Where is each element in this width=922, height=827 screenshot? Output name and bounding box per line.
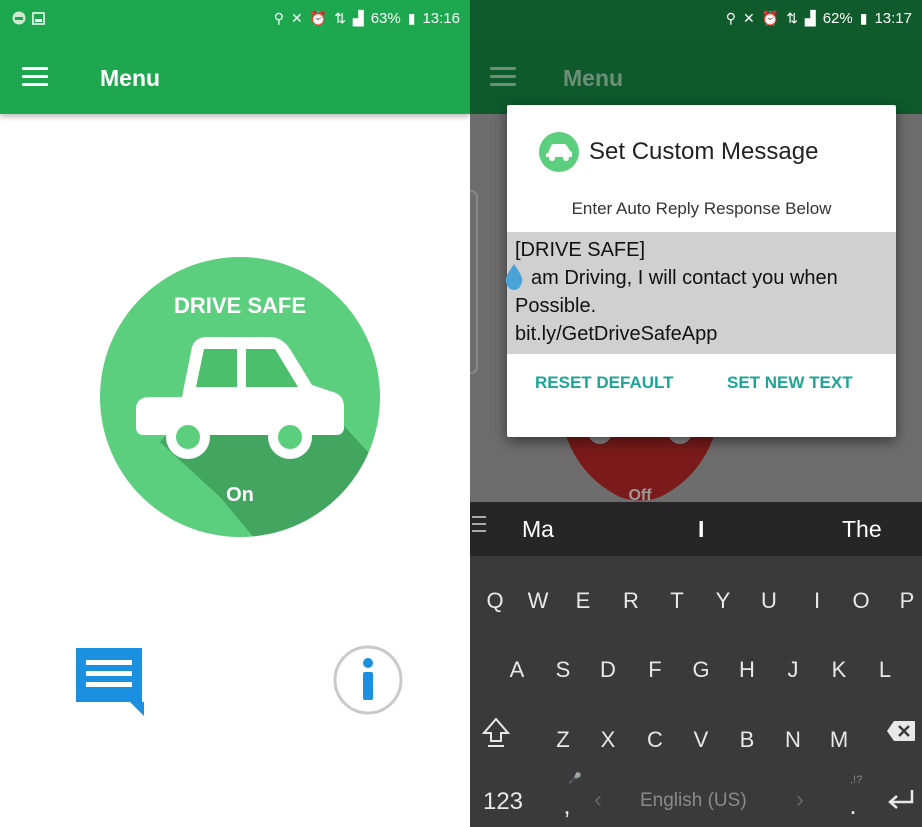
key-y[interactable]: Y <box>708 588 738 614</box>
app-bar: Menu <box>0 40 470 114</box>
dialog-subtitle: Enter Auto Reply Response Below <box>571 199 832 218</box>
key-h[interactable]: H <box>732 657 762 683</box>
message-icon[interactable] <box>72 646 146 716</box>
status-bar: ⚲ ✕ ⏰ ⇅ ▟ 63% ▮ 13:16 <box>0 0 470 40</box>
app-notification-icon <box>12 11 26 25</box>
mute-icon: ✕ <box>743 10 755 26</box>
key-comma[interactable]: , <box>552 790 582 821</box>
battery-percent: 63% <box>370 10 401 27</box>
main-screen: ⚲ ✕ ⏰ ⇅ ▟ 63% ▮ 13:16 Menu DRIVE SAFE On <box>0 0 470 827</box>
alarm-icon: ⏰ <box>761 10 780 26</box>
clock: 13:16 <box>422 10 460 27</box>
battery-icon: ▮ <box>407 10 416 26</box>
suggestion-bar: Ma I The <box>470 502 922 556</box>
info-icon[interactable] <box>332 644 404 716</box>
key-s[interactable]: S <box>548 657 578 683</box>
key-r[interactable]: R <box>616 588 646 614</box>
key-g[interactable]: G <box>686 657 716 683</box>
battery-percent: 62% <box>822 10 853 27</box>
dialog-title: Set Custom Message <box>589 138 819 165</box>
reset-default-button[interactable]: RESET DEFAULT <box>535 373 674 393</box>
location-icon: ⚲ <box>725 10 737 26</box>
key-z[interactable]: Z <box>548 727 578 753</box>
key-w[interactable]: W <box>523 588 553 614</box>
message-line: Possible. <box>515 295 597 317</box>
key-u[interactable]: U <box>754 588 784 614</box>
key-k[interactable]: K <box>824 657 854 683</box>
image-notification-icon <box>32 11 45 25</box>
key-period[interactable]: . <box>838 790 868 821</box>
app-bar-title: Menu <box>100 65 161 91</box>
key-e[interactable]: E <box>568 588 598 614</box>
key-v[interactable]: V <box>686 727 716 753</box>
punctuation-hint: ,!? <box>850 774 863 786</box>
alarm-icon: ⏰ <box>309 10 328 26</box>
hamburger-menu-icon <box>490 67 516 87</box>
suggestion-item[interactable]: The <box>842 516 882 543</box>
chevron-right-icon[interactable]: › <box>796 786 804 814</box>
key-p[interactable]: P <box>892 588 922 614</box>
key-j[interactable]: J <box>778 657 808 683</box>
backspace-icon[interactable] <box>886 720 916 742</box>
key-l[interactable]: L <box>870 657 900 683</box>
mute-icon: ✕ <box>291 10 303 26</box>
enter-icon[interactable] <box>886 788 916 814</box>
numbers-key[interactable]: 123 <box>478 788 528 816</box>
logo-title: DRIVE SAFE <box>174 293 306 318</box>
message-line: [DRIVE SAFE] <box>515 239 646 261</box>
message-text-field[interactable]: [DRIVE SAFE] am Driving, I will contact … <box>504 232 896 354</box>
message-line: bit.ly/GetDriveSafeApp <box>515 323 718 345</box>
key-c[interactable]: C <box>640 727 670 753</box>
drive-safe-toggle[interactable]: DRIVE SAFE On <box>100 257 380 537</box>
suggestion-item[interactable]: I <box>698 516 704 543</box>
key-n[interactable]: N <box>778 727 808 753</box>
suggestion-item[interactable]: Ma <box>522 516 554 543</box>
set-new-text-button[interactable]: SET NEW TEXT <box>727 373 853 393</box>
battery-icon: ▮ <box>859 10 868 26</box>
signal-icon: ▟ <box>804 10 816 26</box>
network-4g-icon: ⇅ <box>786 10 798 26</box>
background-card-edge <box>470 190 478 374</box>
signal-icon: ▟ <box>352 10 364 26</box>
key-i[interactable]: I <box>802 588 832 614</box>
key-q[interactable]: Q <box>480 588 510 614</box>
key-b[interactable]: B <box>732 727 762 753</box>
network-4g-icon: ⇅ <box>334 10 346 26</box>
microphone-icon: 🎤 <box>568 773 582 785</box>
car-icon <box>539 132 579 172</box>
app-bar: Menu <box>470 40 922 114</box>
custom-message-dialog: Set Custom Message Enter Auto Reply Resp… <box>504 105 896 437</box>
status-bar: ⚲ ✕ ⏰ ⇅ ▟ 62% ▮ 13:17 <box>470 0 922 40</box>
key-o[interactable]: O <box>846 588 876 614</box>
keyboard-menu-icon[interactable] <box>472 516 486 537</box>
space-bar[interactable]: English (US) <box>640 790 747 812</box>
key-a[interactable]: A <box>502 657 532 683</box>
message-line: am Driving, I will contact you when <box>531 267 838 289</box>
key-t[interactable]: T <box>662 588 692 614</box>
location-icon: ⚲ <box>273 10 285 26</box>
key-f[interactable]: F <box>640 657 670 683</box>
key-d[interactable]: D <box>593 657 623 683</box>
shift-icon[interactable] <box>482 717 510 749</box>
clock: 13:17 <box>874 10 912 27</box>
toggle-state-label: On <box>226 484 254 506</box>
key-m[interactable]: M <box>824 727 854 753</box>
app-bar-title: Menu <box>563 65 624 91</box>
chevron-left-icon[interactable]: ‹ <box>594 786 602 814</box>
hamburger-menu-icon[interactable] <box>22 67 48 87</box>
text-cursor-handle[interactable] <box>504 264 524 290</box>
key-x[interactable]: X <box>593 727 623 753</box>
custom-message-screen: ⚲ ✕ ⏰ ⇅ ▟ 62% ▮ 13:17 Menu Off Set Custo… <box>470 0 922 827</box>
soft-keyboard: Ma I The Q W E R T Y U I O P A S D F G H… <box>470 502 922 827</box>
